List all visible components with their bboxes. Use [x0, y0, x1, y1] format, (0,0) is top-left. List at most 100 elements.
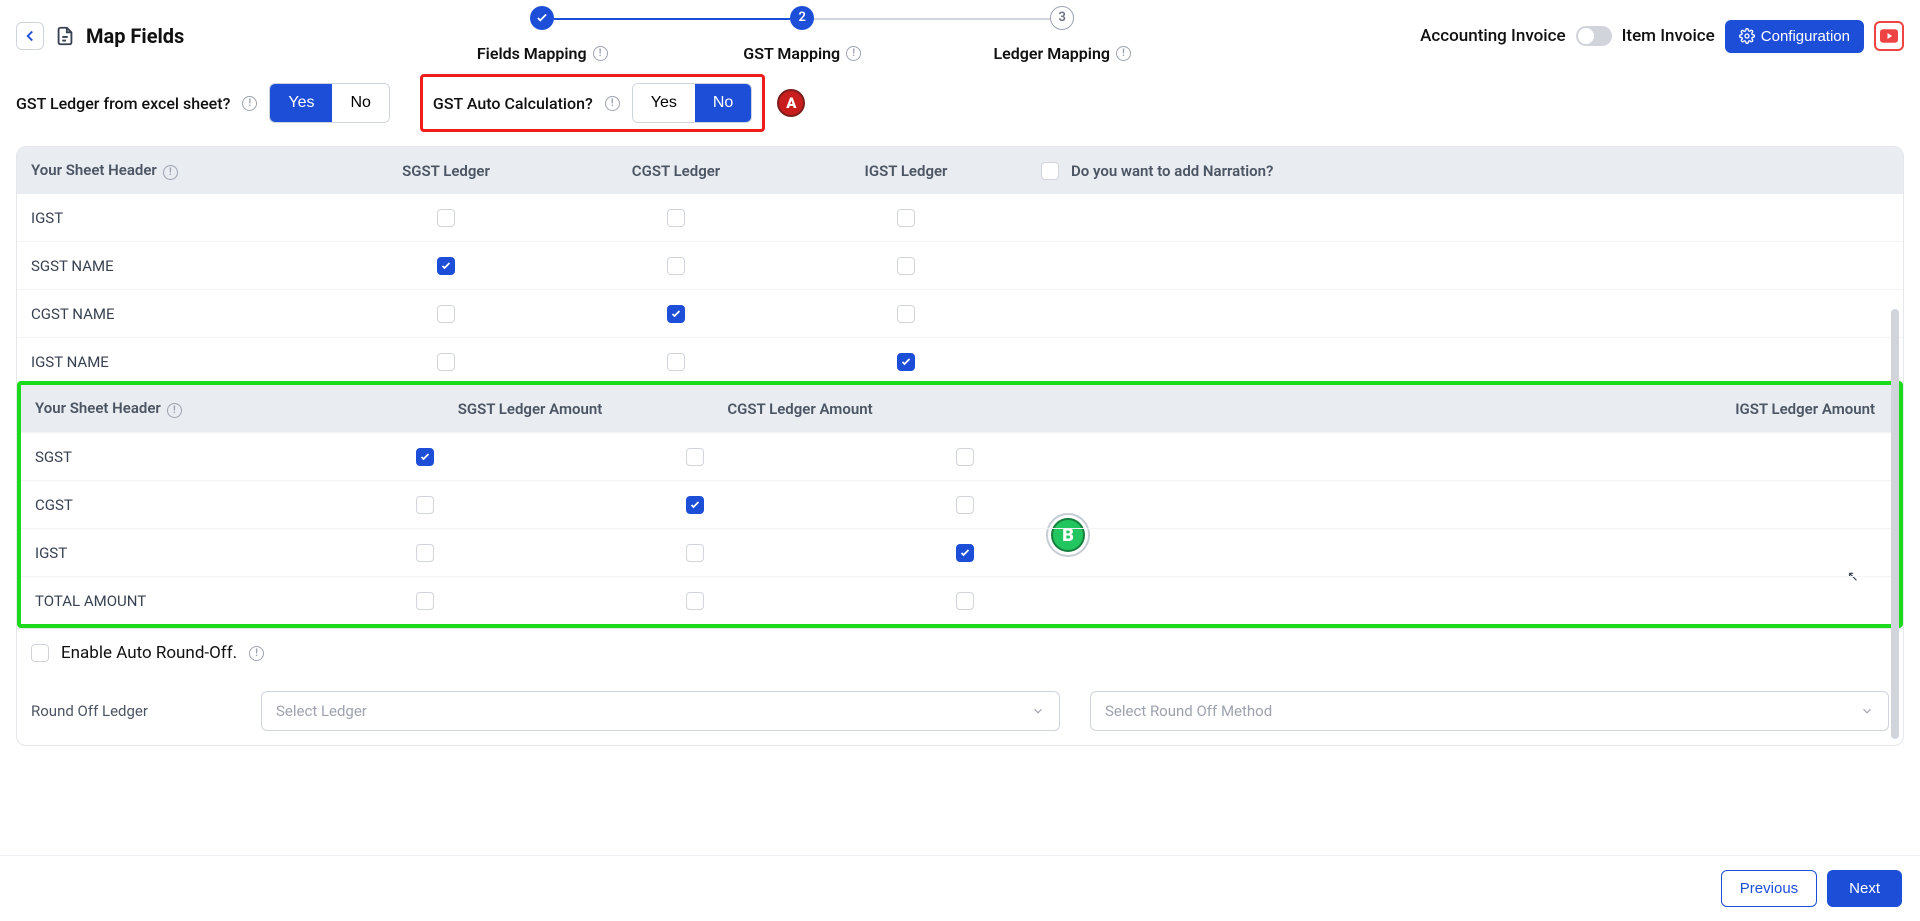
select-placeholder: Select Round Off Method	[1105, 702, 1272, 720]
step-label: Fields Mapping	[477, 44, 587, 63]
check-icon	[530, 6, 554, 30]
youtube-button[interactable]	[1874, 21, 1904, 51]
chevron-down-icon	[1031, 704, 1045, 718]
row-label: SGST	[35, 448, 395, 466]
sgst-checkbox[interactable]	[437, 305, 455, 323]
sgst-amt-checkbox[interactable]	[416, 496, 434, 514]
row-label: SGST NAME	[31, 257, 331, 275]
round-off-row: Enable Auto Round-Off. !	[17, 628, 1903, 677]
step-connector	[554, 18, 790, 20]
col-narration-header: Do you want to add Narration?	[1071, 162, 1273, 180]
scrollbar[interactable]	[1891, 309, 1899, 739]
table-row: CGST NAME	[17, 289, 1903, 337]
roundoff-ledger-row: Round Off Ledger Select Ledger Select Ro…	[17, 677, 1903, 745]
cgst-checkbox[interactable]	[667, 257, 685, 275]
previous-button[interactable]: Previous	[1721, 870, 1817, 907]
cgst-amt-checkbox[interactable]	[686, 592, 704, 610]
info-icon[interactable]: !	[846, 46, 861, 61]
igst-amt-checkbox[interactable]	[956, 544, 974, 562]
gst-auto-yes[interactable]: Yes	[633, 84, 695, 122]
sgst-amt-checkbox[interactable]	[416, 544, 434, 562]
toggle-label-right: Item Invoice	[1622, 26, 1715, 46]
table-row: CGST	[21, 480, 1899, 528]
select-ledger-dropdown[interactable]: Select Ledger	[261, 691, 1060, 731]
gst-ledger-segment: Yes No	[269, 83, 390, 123]
cgst-checkbox[interactable]	[667, 353, 685, 371]
next-button[interactable]: Next	[1827, 870, 1902, 907]
info-icon[interactable]: !	[1116, 46, 1131, 61]
step-connector	[814, 18, 1050, 20]
cgst-amt-checkbox[interactable]	[686, 448, 704, 466]
step-ledger-mapping[interactable]: 3 Ledger Mapping!	[932, 6, 1192, 63]
row-label: IGST	[35, 544, 395, 562]
info-icon[interactable]: !	[605, 96, 620, 111]
toggle-knob	[1578, 28, 1594, 44]
gst-ledger-no[interactable]: No	[332, 84, 388, 122]
configuration-button[interactable]: Configuration	[1725, 20, 1864, 53]
sgst-amt-checkbox[interactable]	[416, 448, 434, 466]
footer: Previous Next	[0, 855, 1920, 921]
col-sgst-header: SGST Ledger	[331, 162, 561, 180]
mapping-card: Your Sheet Header! SGST Ledger CGST Ledg…	[16, 146, 1904, 746]
enable-roundoff-checkbox[interactable]	[31, 644, 49, 662]
col-sheet-header: Your Sheet Header	[35, 399, 161, 417]
col-sgst-amt-header: SGST Ledger Amount	[395, 400, 665, 418]
step-fields-mapping[interactable]: Fields Mapping!	[412, 6, 672, 63]
row-label: CGST NAME	[31, 305, 331, 323]
cgst-amt-checkbox[interactable]	[686, 496, 704, 514]
invoice-toggle[interactable]	[1576, 26, 1612, 46]
sgst-amt-checkbox[interactable]	[416, 592, 434, 610]
col-igst-amt-header: IGST Ledger Amount	[935, 400, 1885, 418]
select-placeholder: Select Ledger	[276, 702, 367, 720]
toggle-label-left: Accounting Invoice	[1420, 26, 1565, 46]
step-label: GST Mapping	[743, 44, 840, 63]
cgst-amt-checkbox[interactable]	[686, 544, 704, 562]
col-cgst-header: CGST Ledger	[561, 162, 791, 180]
row-label: TOTAL AMOUNT	[35, 592, 395, 610]
info-icon[interactable]: !	[163, 165, 178, 180]
row-label: IGST NAME	[31, 353, 331, 371]
table-row: TOTAL AMOUNT	[21, 576, 1899, 624]
sgst-checkbox[interactable]	[437, 257, 455, 275]
annotation-highlight-a: GST Auto Calculation? ! Yes No	[420, 74, 765, 132]
table-row: SGST	[21, 432, 1899, 480]
gear-icon	[1739, 28, 1755, 44]
row-label: CGST	[35, 496, 395, 514]
gst-auto-no[interactable]: No	[695, 84, 751, 122]
sgst-checkbox[interactable]	[437, 353, 455, 371]
igst-amt-checkbox[interactable]	[956, 592, 974, 610]
step-number: 3	[1050, 6, 1074, 30]
info-icon[interactable]: !	[593, 46, 608, 61]
igst-checkbox[interactable]	[897, 353, 915, 371]
table-row: IGST↖	[21, 528, 1899, 576]
step-number: 2	[790, 6, 814, 30]
igst-checkbox[interactable]	[897, 305, 915, 323]
igst-amt-checkbox[interactable]	[956, 448, 974, 466]
annotation-highlight-b: Your Sheet Header! SGST Ledger Amount CG…	[17, 381, 1903, 628]
gst-auto-question: GST Auto Calculation?	[433, 94, 593, 113]
table2-header: Your Sheet Header! SGST Ledger Amount CG…	[21, 385, 1899, 432]
sgst-checkbox[interactable]	[437, 209, 455, 227]
cgst-checkbox[interactable]	[667, 305, 685, 323]
igst-checkbox[interactable]	[897, 209, 915, 227]
step-gst-mapping[interactable]: 2 GST Mapping!	[672, 6, 932, 63]
igst-amt-checkbox[interactable]	[956, 496, 974, 514]
col-sheet-header: Your Sheet Header	[31, 161, 157, 179]
info-icon[interactable]: !	[242, 96, 257, 111]
gst-ledger-yes[interactable]: Yes	[270, 84, 332, 122]
col-igst-header: IGST Ledger	[791, 162, 1021, 180]
narration-checkbox[interactable]	[1041, 162, 1059, 180]
cgst-checkbox[interactable]	[667, 209, 685, 227]
back-button[interactable]	[16, 22, 44, 50]
info-icon[interactable]: !	[167, 403, 182, 418]
select-method-dropdown[interactable]: Select Round Off Method	[1090, 691, 1889, 731]
gst-ledger-question: GST Ledger from excel sheet?	[16, 94, 230, 113]
table-row: SGST NAME	[17, 241, 1903, 289]
gst-auto-segment: Yes No	[632, 83, 753, 123]
enable-roundoff-label: Enable Auto Round-Off.	[61, 643, 237, 663]
info-icon[interactable]: !	[249, 646, 264, 661]
row-label: IGST	[31, 209, 331, 227]
annotation-badge-a: A	[777, 89, 805, 117]
igst-checkbox[interactable]	[897, 257, 915, 275]
step-label: Ledger Mapping	[993, 44, 1110, 63]
